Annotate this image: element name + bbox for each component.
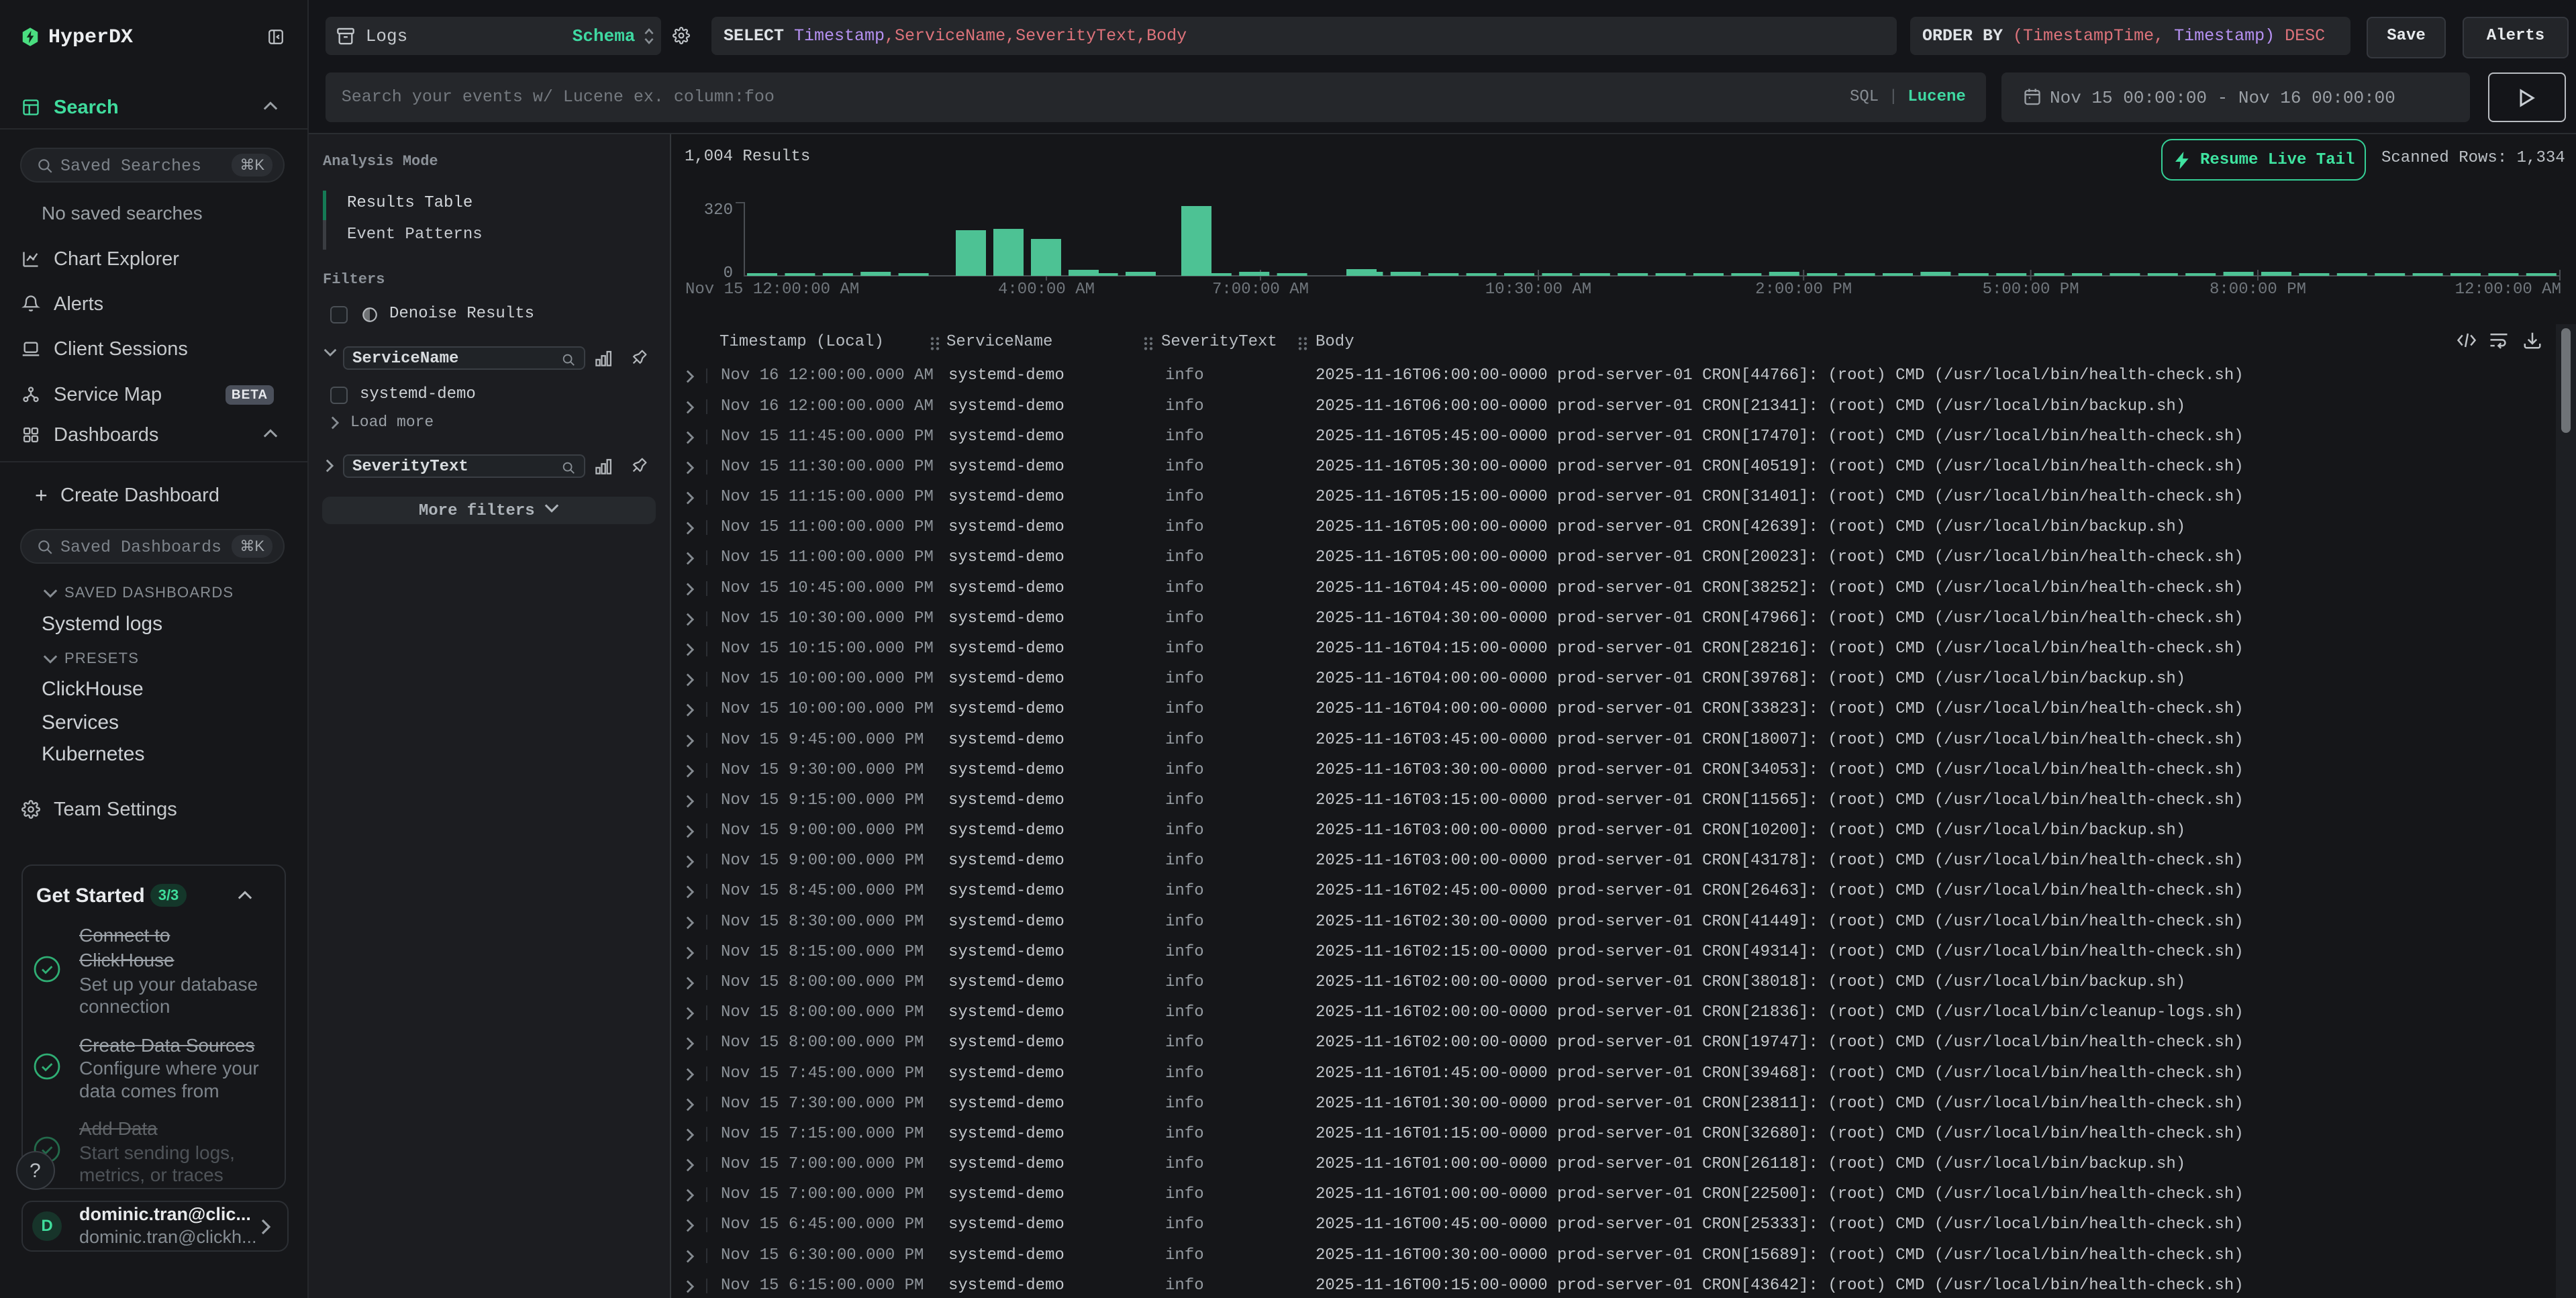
svg-text:Nov 15 12:00:00 AM: Nov 15 12:00:00 AM [685, 281, 859, 299]
svg-text:10:30:00 AM: 10:30:00 AM [1485, 281, 1591, 299]
svg-text:4:00:00 AM: 4:00:00 AM [998, 281, 1095, 299]
svg-text:8:00:00 PM: 8:00:00 PM [2210, 281, 2306, 299]
svg-text:0: 0 [724, 264, 733, 283]
svg-text:320: 320 [704, 201, 733, 219]
svg-text:2:00:00 PM: 2:00:00 PM [1755, 281, 1852, 299]
svg-text:12:00:00 AM: 12:00:00 AM [2455, 281, 2561, 299]
svg-text:5:00:00 PM: 5:00:00 PM [1983, 281, 2079, 299]
svg-text:7:00:00 AM: 7:00:00 AM [1212, 281, 1309, 299]
